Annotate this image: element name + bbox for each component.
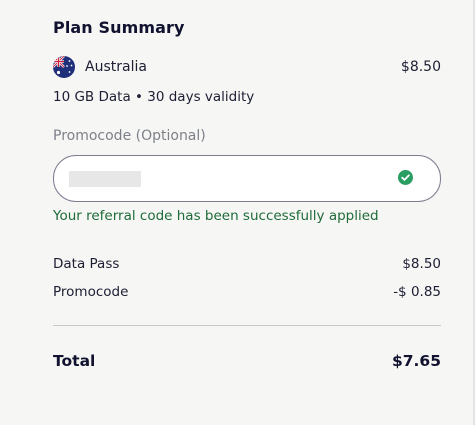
promocode-success-message: Your referral code has been successfully…: [53, 208, 379, 224]
plan-detail: 10 GB Data • 30 days validity: [53, 89, 255, 105]
promocode-value[interactable]: [69, 171, 141, 187]
country-name: Australia: [85, 59, 147, 75]
promocode-input[interactable]: [53, 155, 441, 202]
data-pass-amount: $8.50: [402, 256, 441, 272]
divider: [53, 325, 441, 326]
total-amount: $7.65: [391, 352, 441, 370]
promocode-discount-amount: -$ 0.85: [393, 284, 441, 300]
plan-summary-card: Plan Summary Australia $8.50 10 GB Data …: [53, 0, 441, 425]
promocode-label: Promocode (Optional): [53, 128, 206, 144]
plan-summary-title: Plan Summary: [53, 18, 185, 37]
plan-row: Australia $8.50: [53, 56, 441, 78]
australia-flag-icon: [53, 56, 75, 78]
plan-price: $8.50: [400, 59, 441, 75]
total-label: Total: [53, 352, 96, 370]
data-pass-label: Data Pass: [53, 256, 120, 272]
promocode-discount-label: Promocode: [53, 284, 129, 300]
check-circle-icon: [398, 170, 413, 185]
